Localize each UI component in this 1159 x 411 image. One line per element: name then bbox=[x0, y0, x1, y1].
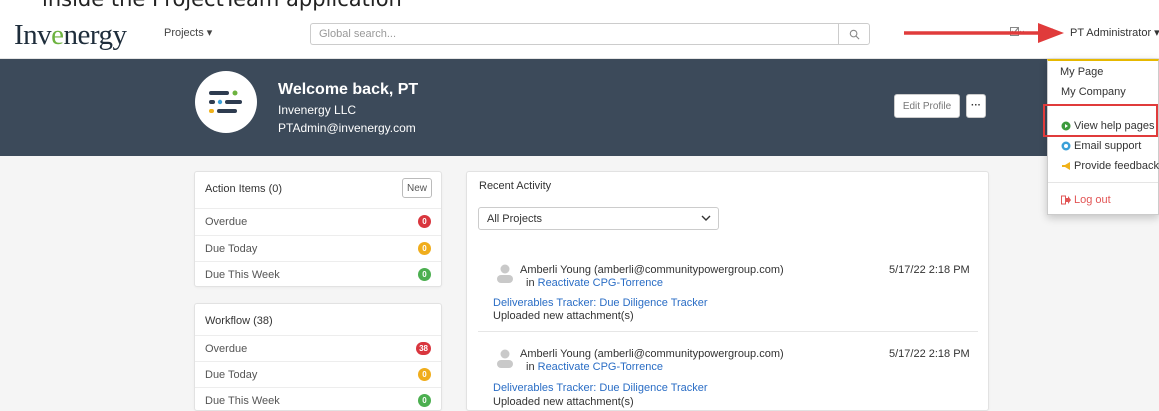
company-avatar bbox=[195, 71, 257, 133]
action-item-row-due-today[interactable]: Due Today 0 bbox=[195, 235, 441, 261]
user-dropdown-menu: My Page My Company View help pages Email… bbox=[1047, 59, 1159, 215]
menu-divider bbox=[1048, 182, 1158, 183]
logout-icon bbox=[1061, 195, 1071, 205]
menu-item-provide-feedback[interactable]: Provide feedback bbox=[1061, 160, 1159, 176]
count-badge: 0 bbox=[418, 215, 431, 228]
more-options-button[interactable]: ··· bbox=[966, 94, 986, 118]
row-label: Due Today bbox=[205, 243, 258, 255]
project-filter-value: All Projects bbox=[487, 213, 543, 225]
recent-activity-title: Recent Activity bbox=[479, 180, 552, 192]
count-badge: 0 bbox=[418, 394, 431, 407]
activity-project-link[interactable]: Reactivate CPG-Torrence bbox=[538, 361, 663, 373]
row-label: Overdue bbox=[205, 343, 248, 355]
search-button[interactable] bbox=[838, 23, 870, 45]
caption-text: inside the ProjectTeam application bbox=[42, 0, 402, 11]
count-badge: 38 bbox=[416, 342, 431, 355]
annotation-arrow-icon bbox=[904, 23, 1064, 43]
row-label: Due This Week bbox=[205, 269, 280, 281]
activity-description: Uploaded new attachment(s) bbox=[493, 310, 634, 322]
menu-item-my-company[interactable]: My Company bbox=[1061, 86, 1158, 102]
count-badge: 0 bbox=[418, 368, 431, 381]
activity-project-line: in Reactivate CPG-Torrence bbox=[526, 361, 663, 373]
user-avatar-icon bbox=[497, 349, 513, 368]
projects-menu[interactable]: Projects ▾ bbox=[164, 26, 212, 39]
activity-project-line: in Reactivate CPG-Torrence bbox=[526, 277, 663, 289]
menu-item-email-support[interactable]: Email support bbox=[1061, 140, 1158, 156]
megaphone-icon bbox=[1062, 162, 1070, 170]
user-menu-toggle[interactable]: PT Administrator ▾ bbox=[1070, 26, 1159, 39]
profile-header: Welcome back, PT Invenergy LLC PTAdmin@i… bbox=[0, 59, 1159, 156]
menu-item-log-out[interactable]: Log out bbox=[1061, 194, 1158, 210]
row-label: Due This Week bbox=[205, 395, 280, 407]
workflow-row-overdue[interactable]: Overdue 38 bbox=[195, 335, 441, 361]
action-items-title: Action Items (0) bbox=[205, 183, 283, 195]
document-caption: inside the ProjectTeam application bbox=[0, 0, 1159, 11]
organization-name: Invenergy LLC bbox=[278, 103, 357, 117]
welcome-heading: Welcome back, PT bbox=[278, 81, 419, 98]
new-action-item-button[interactable]: New bbox=[402, 178, 432, 198]
action-item-row-due-this-week[interactable]: Due This Week 0 bbox=[195, 261, 441, 287]
workflow-row-due-today[interactable]: Due Today 0 bbox=[195, 361, 441, 387]
global-search-input[interactable] bbox=[310, 23, 838, 45]
user-avatar-icon bbox=[497, 264, 513, 283]
chevron-down-icon bbox=[701, 215, 711, 221]
activity-tracker-link[interactable]: Deliverables Tracker: Due Diligence Trac… bbox=[493, 297, 708, 309]
invenergy-logo[interactable]: Invenergy bbox=[14, 19, 127, 52]
annotation-highlight-box bbox=[1043, 104, 1158, 137]
activity-date: 5/17/22 2:18 PM bbox=[889, 348, 970, 360]
activity-user[interactable]: Amberli Young (amberli@communitypowergro… bbox=[520, 264, 784, 276]
workflow-row-due-this-week[interactable]: Due This Week 0 bbox=[195, 387, 441, 411]
profile-email: PTAdmin@invenergy.com bbox=[278, 121, 416, 135]
activity-date: 5/17/22 2:18 PM bbox=[889, 264, 970, 276]
row-label: Overdue bbox=[205, 216, 248, 228]
activity-divider bbox=[478, 331, 978, 332]
activity-description: Uploaded new attachment(s) bbox=[493, 396, 634, 408]
action-item-row-overdue[interactable]: Overdue 0 bbox=[195, 208, 441, 234]
search-icon bbox=[849, 29, 859, 39]
row-label: Due Today bbox=[205, 369, 258, 381]
activity-user[interactable]: Amberli Young (amberli@communitypowergro… bbox=[520, 348, 784, 360]
workflow-card: Workflow (38) Overdue 38 Due Today 0 Due… bbox=[194, 303, 442, 411]
company-logo-icon bbox=[209, 90, 242, 113]
activity-tracker-link[interactable]: Deliverables Tracker: Due Diligence Trac… bbox=[493, 382, 708, 394]
menu-item-my-page[interactable]: My Page bbox=[1060, 66, 1158, 82]
count-badge: 0 bbox=[418, 242, 431, 255]
activity-project-link[interactable]: Reactivate CPG-Torrence bbox=[538, 277, 663, 289]
project-filter-select[interactable]: All Projects bbox=[478, 207, 719, 230]
count-badge: 0 bbox=[418, 268, 431, 281]
edit-profile-button[interactable]: Edit Profile bbox=[894, 94, 960, 118]
support-icon bbox=[1061, 141, 1071, 151]
workflow-title: Workflow (38) bbox=[205, 315, 273, 327]
